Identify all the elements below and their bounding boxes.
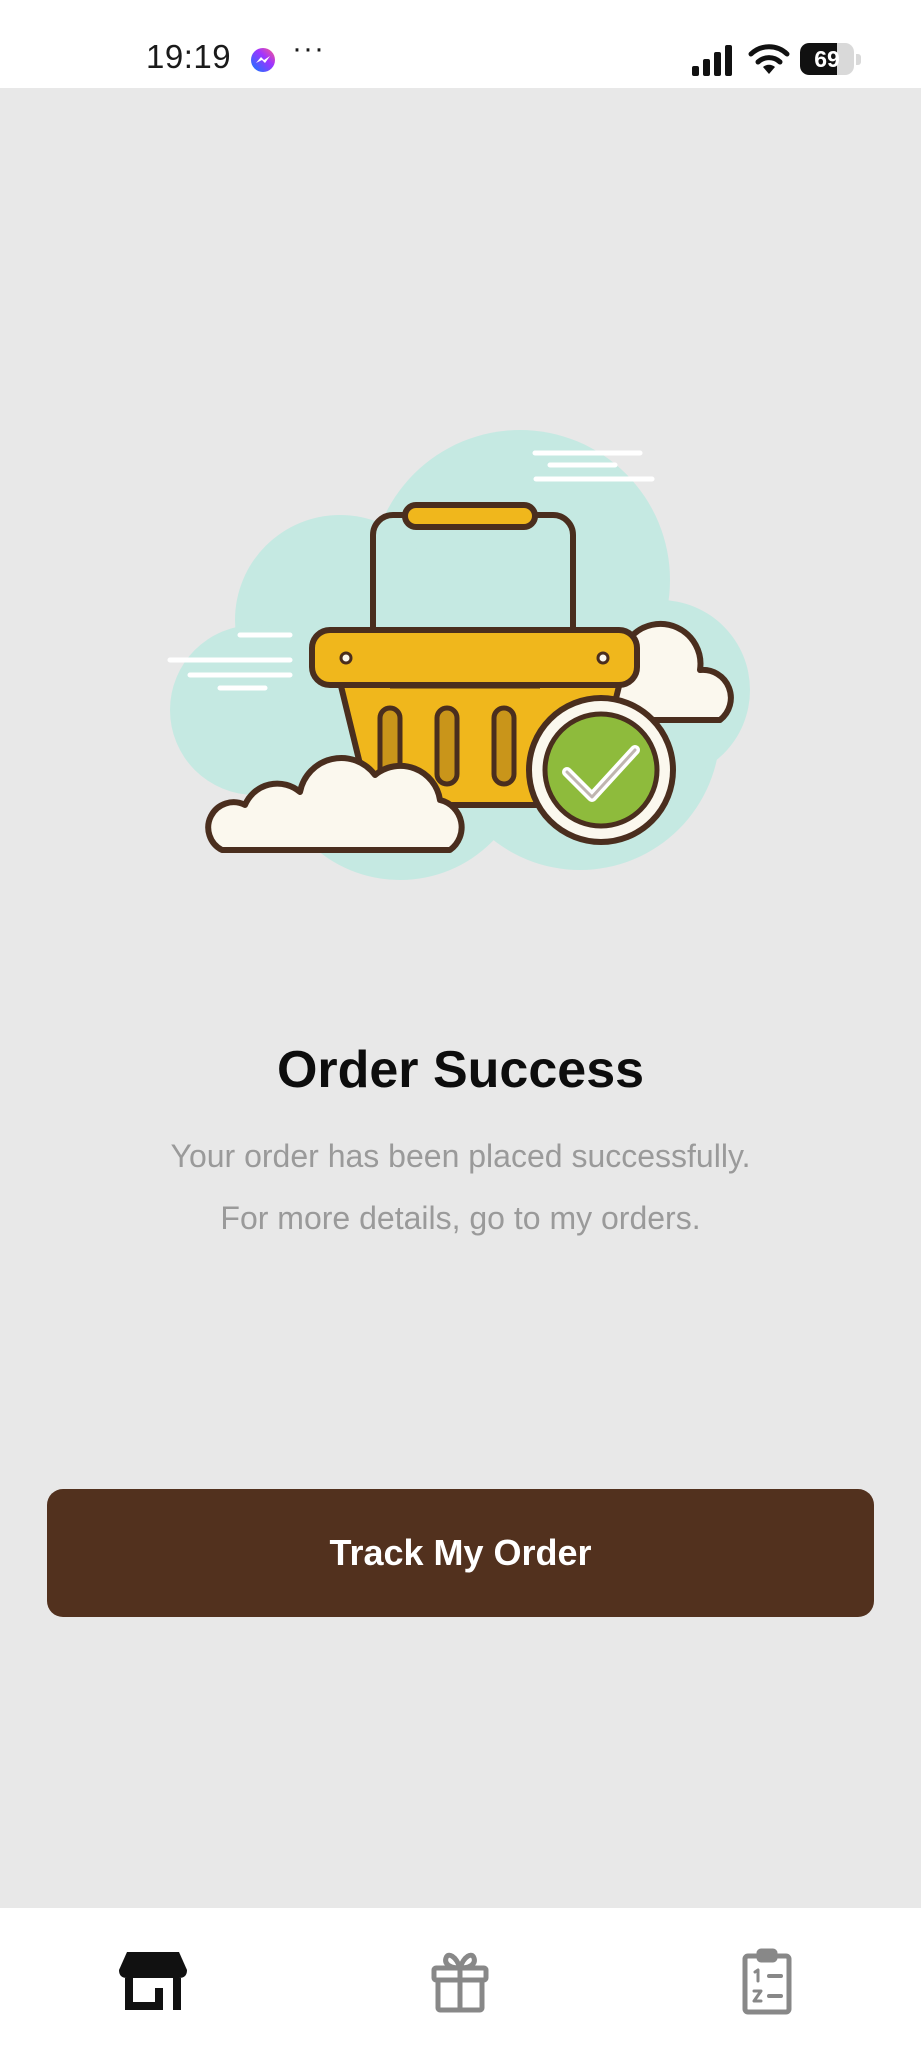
shop-icon — [119, 1952, 187, 2010]
track-order-button[interactable]: Track My Order — [47, 1489, 874, 1617]
shopping-basket-check-icon — [167, 430, 750, 880]
bottom-nav — [0, 1908, 921, 2048]
battery-level: 69 — [814, 46, 840, 72]
battery-icon: 69 — [800, 43, 864, 75]
more-dots: ··· — [292, 32, 325, 65]
signal-icon — [692, 45, 732, 76]
gift-icon — [431, 1952, 489, 2013]
status-bar: 19:19 ··· 69 — [0, 0, 921, 88]
nav-shop[interactable] — [113, 1946, 193, 2016]
page-title: Order Success — [276, 1041, 645, 1099]
orders-clipboard-icon — [742, 1948, 792, 2015]
subtitle-line-1: Your order has been placed successfully. — [170, 1138, 751, 1174]
messenger-icon — [251, 48, 275, 72]
nav-gift[interactable] — [420, 1946, 500, 2016]
nav-orders[interactable] — [727, 1946, 807, 2016]
status-time: 19:19 — [146, 38, 232, 75]
subtitle-line-2: For more details, go to my orders. — [220, 1200, 701, 1236]
wifi-icon — [748, 44, 790, 74]
